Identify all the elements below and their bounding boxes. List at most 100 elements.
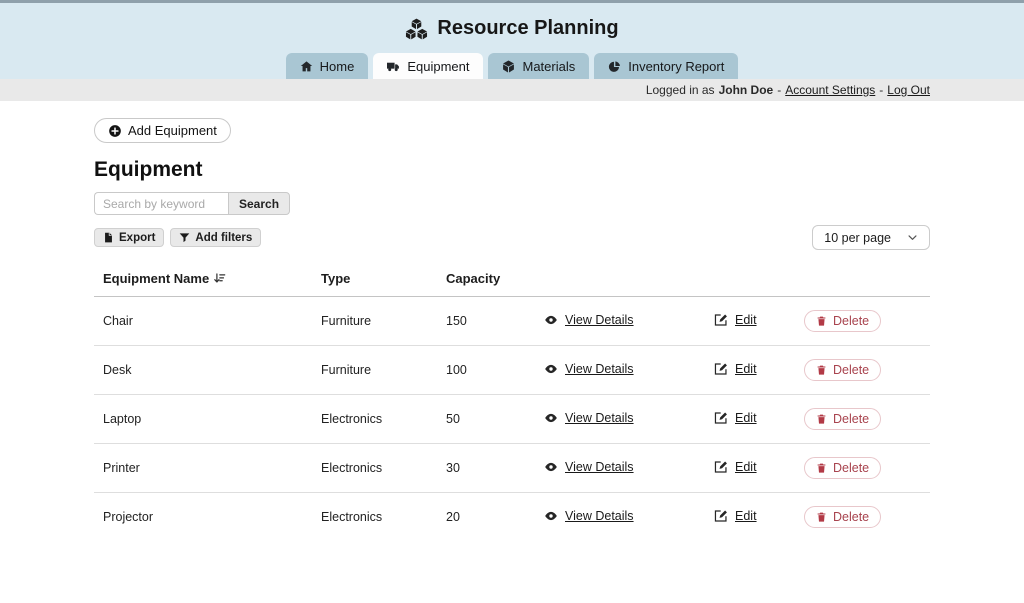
app-header: Resource Planning Home Equipment Materia… (0, 3, 1024, 79)
edit-link[interactable]: Edit (714, 313, 757, 327)
log-out-link[interactable]: Log Out (887, 83, 930, 97)
cell-equipment-name: Desk (94, 346, 312, 395)
export-button[interactable]: Export (94, 228, 164, 247)
cell-type: Electronics (312, 395, 437, 444)
trash-icon (816, 364, 827, 376)
table-header-row: Equipment Name Type Capacity (94, 262, 930, 297)
delete-button[interactable]: Delete (804, 359, 881, 381)
delete-button[interactable]: Delete (804, 310, 881, 332)
cell-capacity: 150 (437, 297, 535, 346)
table-row: Desk Furniture 100 View Details Edit Del… (94, 346, 930, 395)
add-equipment-label: Add Equipment (128, 123, 217, 138)
tab-bar: Home Equipment Materials Inventory Repor… (0, 53, 1024, 79)
tab-materials[interactable]: Materials (488, 53, 589, 79)
view-details-link[interactable]: View Details (544, 460, 634, 474)
page-title: Equipment (94, 158, 930, 182)
edit-icon (714, 411, 728, 425)
delete-button[interactable]: Delete (804, 506, 881, 528)
add-filters-button[interactable]: Add filters (170, 228, 261, 247)
view-details-link[interactable]: View Details (544, 411, 634, 425)
pie-chart-icon (608, 60, 621, 73)
sort-icon (213, 272, 226, 285)
separator: - (777, 83, 781, 97)
per-page-select[interactable]: 10 per page (812, 225, 930, 250)
trash-icon (816, 462, 827, 474)
cell-capacity: 50 (437, 395, 535, 444)
edit-icon (714, 362, 728, 376)
trash-icon (816, 413, 827, 425)
add-filters-label: Add filters (195, 232, 252, 244)
filter-icon (179, 232, 190, 243)
search-button[interactable]: Search (228, 192, 290, 215)
export-label: Export (119, 232, 155, 244)
edit-icon (714, 313, 728, 327)
view-details-link[interactable]: View Details (544, 362, 634, 376)
column-header-actions-3 (795, 262, 930, 297)
cell-type: Furniture (312, 297, 437, 346)
truck-icon (387, 60, 400, 73)
tab-inventory-report[interactable]: Inventory Report (594, 53, 738, 79)
user-bar: Logged in as John Doe - Account Settings… (0, 79, 1024, 101)
account-settings-link[interactable]: Account Settings (785, 83, 875, 97)
per-page-value: 10 per page (824, 231, 891, 245)
cubes-icon (405, 18, 428, 40)
tab-home[interactable]: Home (286, 53, 369, 79)
eye-icon (544, 509, 558, 523)
delete-button[interactable]: Delete (804, 457, 881, 479)
table-row: Projector Electronics 20 View Details Ed… (94, 493, 930, 542)
separator: - (879, 83, 883, 97)
tab-materials-label: Materials (522, 59, 575, 74)
trash-icon (816, 511, 827, 523)
user-name: John Doe (719, 83, 774, 97)
cell-type: Electronics (312, 493, 437, 542)
tab-inventory-report-label: Inventory Report (628, 59, 724, 74)
box-icon (502, 60, 515, 73)
tab-equipment-label: Equipment (407, 59, 469, 74)
add-equipment-button[interactable]: Add Equipment (94, 118, 231, 143)
column-header-type[interactable]: Type (312, 262, 437, 297)
app-title: Resource Planning (0, 3, 1024, 40)
app-title-text: Resource Planning (437, 17, 618, 40)
logged-in-text: Logged in as (646, 83, 715, 97)
tab-equipment[interactable]: Equipment (373, 53, 483, 79)
cell-equipment-name: Chair (94, 297, 312, 346)
column-header-capacity[interactable]: Capacity (437, 262, 535, 297)
edit-link[interactable]: Edit (714, 362, 757, 376)
main-content: Add Equipment Equipment Search Export Ad… (0, 101, 1024, 541)
equipment-table: Equipment Name Type Capacity Chair Furni… (94, 262, 930, 541)
cell-capacity: 20 (437, 493, 535, 542)
chevron-down-icon (907, 232, 918, 243)
column-header-actions-1 (535, 262, 705, 297)
eye-icon (544, 313, 558, 327)
eye-icon (544, 460, 558, 474)
column-header-equipment-name[interactable]: Equipment Name (94, 262, 312, 297)
tab-home-label: Home (320, 59, 355, 74)
view-details-link[interactable]: View Details (544, 509, 634, 523)
cell-capacity: 100 (437, 346, 535, 395)
table-toolbar: Export Add filters 10 per page (94, 225, 930, 250)
plus-circle-icon (108, 124, 122, 138)
view-details-link[interactable]: View Details (544, 313, 634, 327)
eye-icon (544, 411, 558, 425)
cell-capacity: 30 (437, 444, 535, 493)
edit-link[interactable]: Edit (714, 509, 757, 523)
file-icon (103, 232, 114, 243)
search-input[interactable] (94, 192, 228, 215)
search-row: Search (94, 192, 930, 215)
delete-button[interactable]: Delete (804, 408, 881, 430)
edit-icon (714, 460, 728, 474)
eye-icon (544, 362, 558, 376)
table-row: Laptop Electronics 50 View Details Edit … (94, 395, 930, 444)
column-header-actions-2 (705, 262, 795, 297)
cell-equipment-name: Projector (94, 493, 312, 542)
edit-link[interactable]: Edit (714, 411, 757, 425)
edit-icon (714, 509, 728, 523)
cell-type: Electronics (312, 444, 437, 493)
edit-link[interactable]: Edit (714, 460, 757, 474)
home-icon (300, 60, 313, 73)
cell-equipment-name: Printer (94, 444, 312, 493)
cell-equipment-name: Laptop (94, 395, 312, 444)
cell-type: Furniture (312, 346, 437, 395)
table-row: Chair Furniture 150 View Details Edit De… (94, 297, 930, 346)
trash-icon (816, 315, 827, 327)
